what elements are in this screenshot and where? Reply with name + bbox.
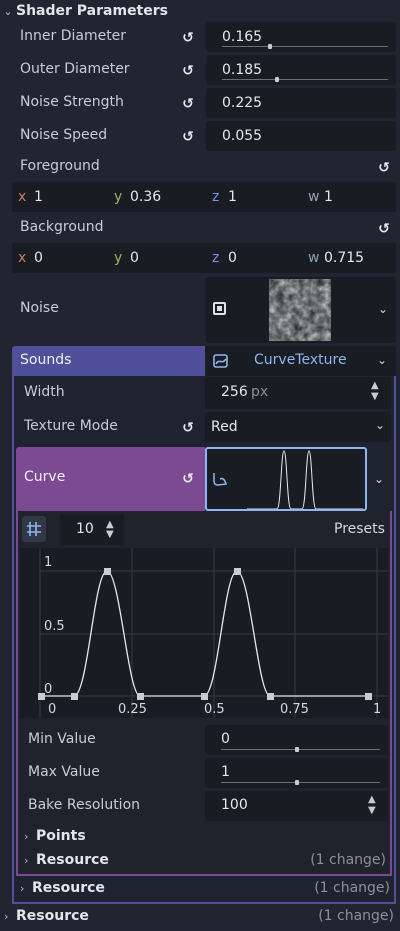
noise-texture-picker[interactable]: ⌄ [206,277,396,343]
curve-icon [213,473,227,486]
texture-mode-label: Texture Mode [24,418,118,434]
noise-preview-thumbnail [269,279,331,341]
chevron-right-icon: › [24,829,29,843]
change-count: (1 change) [310,852,386,868]
sounds-resource-section-header[interactable]: › Resource (1 change) [20,880,390,896]
foreground-label: Foreground [20,158,100,174]
spin-arrows-icon[interactable]: ▲ ▼ [106,520,114,540]
revert-icon[interactable]: ↺ [180,96,196,112]
background-y-field[interactable]: y 0 [108,243,204,273]
outer-diameter-label: Outer Diameter [20,61,130,77]
chevron-down-icon[interactable]: ⌄ [378,302,388,316]
change-count: (1 change) [318,908,394,924]
sounds-header: Sounds [12,346,205,376]
grid-snap-icon [27,522,41,536]
background-vector: x 0 y 0 z 0 w 0.715 [12,243,396,273]
sounds-label: Sounds [20,352,72,368]
x-tick-label: 0.75 [280,702,309,717]
inner-diameter-label: Inner Diameter [20,28,127,44]
shader-parameters-header[interactable]: ⌄ Shader Parameters [0,0,400,22]
curve-resource-section-header[interactable]: › Resource (1 change) [24,852,386,868]
revert-icon[interactable]: ↺ [180,63,196,79]
change-count: (1 change) [314,880,390,896]
revert-icon[interactable]: ↺ [180,471,196,487]
slider-grabber[interactable] [295,780,299,785]
background-x-field[interactable]: x 0 [12,243,108,273]
curve-header: Curve ↺ [16,447,205,511]
foreground-x-field[interactable]: x 1 [12,182,108,212]
revert-icon[interactable]: ↺ [376,160,392,176]
foreground-z-field[interactable]: z 1 [206,182,302,212]
max-value-label: Max Value [28,764,100,780]
revert-icon[interactable]: ↺ [180,30,196,46]
curve-label: Curve [24,469,66,485]
y-tick-label: 0.5 [44,619,65,634]
curve-preview-thumbnail [247,450,363,509]
spin-arrows-icon[interactable]: ▲ ▼ [371,380,379,402]
background-label: Background [20,219,104,235]
foreground-w-field[interactable]: w 1 [302,182,396,212]
noise-strength-field[interactable]: 0.225 [206,88,396,118]
foreground-y-field[interactable]: y 0.36 [108,182,204,212]
grid-snap-toggle[interactable] [22,516,46,542]
max-value-slider[interactable]: 1 [205,758,388,788]
revert-icon[interactable]: ↺ [180,129,196,145]
noise-speed-label: Noise Speed [20,127,108,143]
slider-grabber[interactable] [295,747,299,752]
sounds-resource-picker[interactable]: CurveTexture ⌄ [205,346,396,376]
revert-icon[interactable]: ↺ [376,221,392,237]
spin-arrows-icon[interactable]: ▲ ▼ [368,794,376,816]
texture-mode-dropdown[interactable]: Red ⌄ [205,412,391,442]
inner-diameter-slider[interactable]: 0.165 [206,22,396,52]
width-label: Width [24,384,65,400]
snap-count-spinbox[interactable]: 10 ▲ ▼ [60,514,124,545]
bake-resolution-label: Bake Resolution [28,797,141,813]
slider-track [222,46,388,47]
x-tick-label: 1 [373,702,382,717]
width-spinbox[interactable]: 256 px ▲ ▼ [205,377,391,409]
resource-type-label: CurveTexture [254,352,347,368]
bake-resolution-spinbox[interactable]: 100 ▲ ▼ [205,791,388,821]
chevron-right-icon: › [4,909,9,923]
slider-track [222,79,388,80]
slider-grabber[interactable] [268,44,272,49]
background-w-field[interactable]: w 0.715 [302,243,396,273]
chevron-down-icon: ⌄ [375,418,386,432]
foreground-vector: x 1 y 0.36 z 1 w 1 [12,182,396,212]
chevron-down-icon[interactable]: ⌄ [377,353,387,367]
chevron-right-icon: › [20,881,25,895]
slider-track [221,782,380,783]
curve-graph [38,548,388,718]
presets-menu-button[interactable]: Presets [334,521,385,537]
chevron-down-icon[interactable]: ⌄ [374,472,384,486]
section-title: Shader Parameters [16,3,168,19]
noise-label: Noise [20,300,59,316]
y-tick-label: 1 [44,555,53,570]
background-z-field[interactable]: z 0 [206,243,302,273]
min-value-label: Min Value [28,731,96,747]
curve-editor-canvas[interactable]: 1 0.5 0 0 0.25 0.5 0.75 1 [20,548,388,718]
points-section-header[interactable]: › Points [24,828,86,844]
x-tick-label: 0.25 [118,702,147,717]
slider-track [221,749,380,750]
chevron-right-icon: › [24,853,29,867]
resource-section-header[interactable]: › Resource (1 change) [4,908,394,924]
y-tick-label: 0 [44,682,53,697]
x-tick-label: 0 [48,702,57,717]
chevron-down-icon: ⌄ [3,4,13,18]
revert-icon[interactable]: ↺ [180,420,196,436]
noise-speed-field[interactable]: 0.055 [206,121,396,151]
min-value-slider[interactable]: 0 [205,725,388,755]
slider-grabber[interactable] [275,77,279,82]
curve-resource-picker[interactable] [205,447,367,511]
noise-strength-label: Noise Strength [20,94,124,110]
curve-texture-icon [213,354,228,368]
x-tick-label: 0.5 [204,702,225,717]
outer-diameter-slider[interactable]: 0.185 [206,55,396,85]
noise-texture-icon [213,302,226,315]
